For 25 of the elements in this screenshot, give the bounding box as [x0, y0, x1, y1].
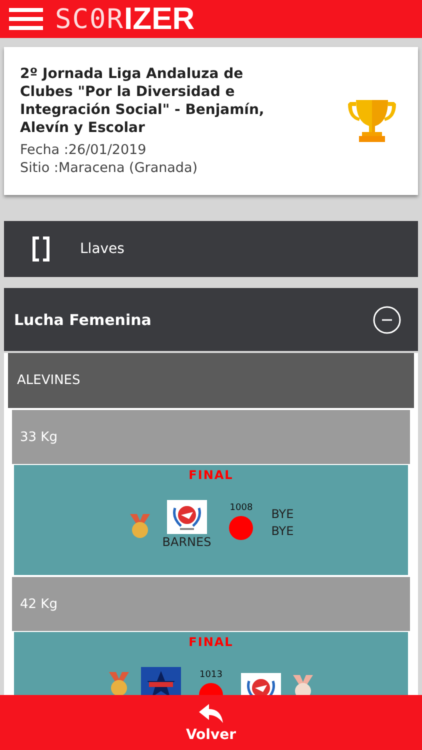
- event-date: Fecha :26/01/2019: [20, 141, 148, 159]
- round-label: FINAL: [188, 468, 234, 482]
- back-arrow-icon: [197, 702, 225, 724]
- weight-header[interactable]: 33 Kg: [12, 410, 410, 464]
- event-place: Sitio :Maracena (Granada): [20, 159, 199, 177]
- match-number: 1013: [200, 670, 222, 680]
- section-header[interactable]: Lucha Femenina: [4, 288, 418, 351]
- brackets-button[interactable]: Llaves: [4, 221, 418, 277]
- brackets-label: Llaves: [80, 241, 124, 257]
- back-button[interactable]: Volver: [0, 695, 422, 750]
- logo-text: IZER: [124, 1, 195, 37]
- competitor-name: BYE: [271, 506, 294, 523]
- menu-icon[interactable]: [9, 8, 43, 30]
- brackets-icon: [32, 236, 50, 262]
- collapse-icon[interactable]: [372, 304, 402, 334]
- logo-text: SC0R: [55, 4, 124, 34]
- match-number: 1008: [230, 503, 253, 513]
- status-dot: [229, 516, 254, 540]
- competitor-name: BARNES: [162, 534, 212, 551]
- category-header: ALEVINES: [8, 353, 414, 408]
- competitor-name: BYE: [271, 523, 294, 540]
- event-title: 2º Jornada Liga Andaluza de Clubes "Por la Diversidad e Integración Social" - Benjamín, Alevín y Escolar: [20, 65, 266, 137]
- weight-header[interactable]: 42 Kg: [12, 577, 410, 631]
- round-label: FINAL: [188, 635, 234, 649]
- section-title: Lucha Femenina: [14, 310, 152, 328]
